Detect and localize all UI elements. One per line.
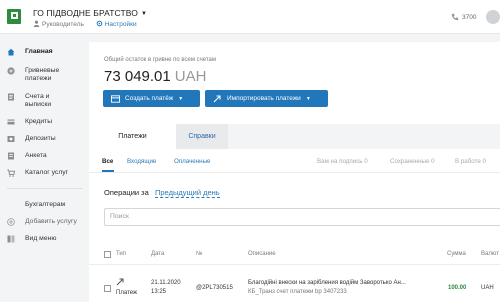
avatar[interactable]: [486, 10, 500, 24]
sidebar-item-label: Кредиты: [25, 118, 53, 125]
chevron-down-icon: ▼: [141, 11, 148, 17]
tab-payments[interactable]: Платежи: [89, 124, 176, 149]
sidebar: Главная Гривневые платежи Счета и выписк…: [0, 34, 89, 302]
balance-caption: Общий остаток в гривне по всем счетам: [104, 57, 217, 63]
sidebar-item-deposits[interactable]: Депозиты: [7, 135, 56, 143]
sidebar-item-label: Бухгалтерам: [25, 201, 66, 208]
settings-label: Настройки: [104, 21, 137, 28]
import-payments-button[interactable]: Импортировать платежи ▼: [205, 90, 328, 107]
user-line: Руководитель Настройки: [33, 20, 137, 28]
filter-in-work[interactable]: В работе 0: [455, 158, 486, 165]
bank-logo[interactable]: [7, 9, 21, 24]
phone-number[interactable]: 3700: [451, 13, 476, 21]
add-service-label: Добавить услугу: [25, 218, 77, 225]
sidebar-divider: [7, 188, 83, 189]
phone-icon: [451, 13, 459, 21]
filter-label: В работе: [455, 158, 481, 165]
sidebar-item-label: Каталог услуг: [25, 169, 69, 176]
header-divider: [89, 264, 500, 265]
card-icon: [111, 94, 120, 103]
sidebar-item-accountants[interactable]: Бухгалтерам: [25, 201, 65, 209]
create-payment-label: Создать платёж: [125, 95, 174, 102]
active-filter-underline: [102, 170, 114, 172]
row-sum: 100.00: [448, 285, 467, 291]
create-payment-button[interactable]: Создать платёж ▼: [103, 90, 200, 107]
view-menu-button[interactable]: Вид меню: [7, 235, 57, 243]
cart-icon: [7, 169, 15, 177]
tabs: Платежи Справки: [89, 124, 500, 149]
sidebar-item-label: Гривневые платежи: [25, 67, 60, 82]
search-input[interactable]: Поиск: [104, 208, 500, 226]
sidebar-item-label: Счета и выписки: [25, 93, 52, 108]
sidebar-item-statements[interactable]: Счета и выписки: [7, 93, 87, 109]
filter-paid[interactable]: Оплаченные: [174, 158, 210, 165]
user-role: Руководитель: [42, 21, 84, 28]
filter-all[interactable]: Все: [102, 158, 113, 165]
sidebar-item-form[interactable]: Анкета: [7, 152, 47, 160]
view-menu-label: Вид меню: [25, 235, 57, 242]
row-currency: UAH: [481, 285, 494, 291]
chevron-down-icon: ▼: [178, 95, 184, 102]
filter-incoming[interactable]: Входящие: [127, 158, 156, 165]
form-icon: [8, 152, 14, 160]
row-checkbox[interactable]: [104, 285, 111, 292]
company-selector[interactable]: ГО ПІДВОДНЕ БРАТСТВО ▼: [33, 8, 147, 18]
sidebar-item-label: Депозиты: [25, 135, 56, 142]
gear-icon: [96, 20, 103, 27]
filter-awaiting-signature[interactable]: Вам на подпись 0: [317, 158, 368, 165]
balance-value: 73 049.01: [104, 68, 171, 85]
phone-label: 3700: [462, 14, 477, 21]
filter-count: 0: [364, 158, 368, 165]
filter-count: 0: [431, 158, 435, 165]
plus-icon: [7, 218, 15, 226]
company-name: ГО ПІДВОДНЕ БРАТСТВО: [33, 8, 138, 18]
filter-label: Вам на подпись: [317, 158, 363, 165]
column-header-sum[interactable]: Сумма: [447, 251, 466, 257]
import-payments-label: Импортировать платежи: [227, 95, 301, 102]
home-icon: [7, 48, 15, 56]
main-panel: Общий остаток в гривне по всем счетам 73…: [89, 42, 500, 302]
select-all-checkbox[interactable]: [104, 251, 111, 258]
deposit-icon: [7, 136, 15, 142]
operations-label: Операции за: [104, 188, 149, 197]
import-icon: [213, 94, 221, 102]
balance-currency: UAH: [174, 68, 207, 85]
filter-label: Сохраненные: [390, 158, 430, 165]
filter-tabs: Все Входящие Оплаченные Вам на подпись 0…: [89, 149, 500, 173]
row-description: Благодійні внески на зарібления водійм З…: [248, 280, 406, 286]
filter-count: 0: [482, 158, 486, 165]
payment-out-icon: [116, 278, 124, 286]
row-description-secondary: КБ_Транз счет платежи bp 3407233: [248, 289, 347, 295]
hryvnia-icon: [7, 67, 15, 75]
statements-icon: [8, 93, 14, 101]
top-header: ГО ПІДВОДНЕ БРАТСТВО ▼ Руководитель Настр…: [0, 0, 500, 34]
column-header-number[interactable]: №: [196, 251, 202, 257]
balance-total: 73 049.01 UAH: [104, 68, 206, 85]
row-date: 21.11.2020: [151, 280, 181, 286]
row-type: Платеж: [116, 290, 137, 296]
period-selector[interactable]: Предыдущий день: [155, 188, 220, 198]
filter-saved[interactable]: Сохраненные 0: [390, 158, 435, 165]
column-header-type[interactable]: Тип: [116, 251, 126, 257]
sidebar-item-home[interactable]: Главная: [7, 48, 53, 56]
row-time: 13:25: [151, 289, 167, 295]
credit-icon: [7, 119, 15, 125]
settings-link[interactable]: Настройки: [96, 20, 137, 28]
sidebar-item-label: Главная: [25, 48, 53, 55]
add-service-button[interactable]: Добавить услугу: [7, 218, 77, 226]
sidebar-item-credits[interactable]: Кредиты: [7, 118, 52, 126]
row-number: @2PL730515: [196, 285, 233, 291]
sidebar-item-hryvnia-payments[interactable]: Гривневые платежи: [7, 67, 87, 83]
column-header-currency[interactable]: Валют: [481, 251, 499, 257]
columns-icon: [7, 235, 15, 243]
tab-certificates[interactable]: Справки: [176, 124, 228, 149]
sidebar-item-catalog[interactable]: Каталог услуг: [7, 169, 68, 177]
sidebar-item-label: Анкета: [25, 152, 47, 159]
user-icon: [33, 20, 40, 27]
chevron-down-icon: ▼: [305, 95, 311, 102]
column-header-date[interactable]: Дата: [151, 251, 164, 257]
column-header-description[interactable]: Описание: [248, 251, 276, 257]
